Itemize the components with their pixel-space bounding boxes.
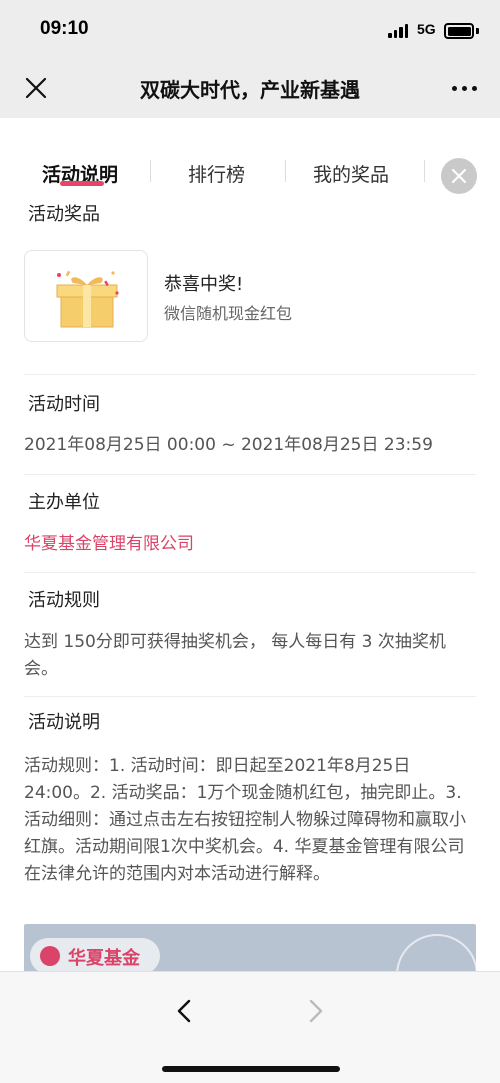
- section-title-prize: 活动奖品: [24, 200, 106, 233]
- panel-close-button[interactable]: [441, 158, 477, 194]
- section-title-time: 活动时间: [24, 390, 106, 423]
- back-arrow-icon[interactable]: [168, 994, 202, 1028]
- active-tab-indicator: [60, 181, 104, 186]
- battery-icon: [444, 23, 474, 39]
- section-title-description: 活动说明: [24, 708, 106, 741]
- divider: [24, 474, 476, 475]
- activity-time-value: 2021年08月25日 00:00 ~ 2021年08月25日 23:59: [24, 435, 433, 455]
- tab-separator: [424, 160, 425, 182]
- home-indicator[interactable]: [162, 1066, 340, 1072]
- prize-title: 恭喜中奖!: [164, 274, 244, 295]
- tab-leaderboard[interactable]: 排行榜: [188, 160, 245, 187]
- status-time: 09:10: [40, 18, 89, 39]
- network-label: 5G: [417, 21, 436, 37]
- tab-my-prizes[interactable]: 我的奖品: [313, 160, 389, 187]
- section-title-rules: 活动规则: [24, 586, 106, 619]
- prize-description: 微信随机现金红包: [164, 304, 293, 323]
- tab-separator: [150, 160, 151, 182]
- description-value: 活动规则：1. 活动时间：即日起至2021年8月25日24:00。2. 活动奖品…: [24, 756, 466, 884]
- gift-icon: [56, 270, 119, 328]
- tab-bar: 活动说明 排行榜 我的奖品: [0, 148, 500, 200]
- sponsor-banner: 华夏基金: [24, 924, 476, 971]
- tab-separator: [285, 160, 286, 182]
- nav-bar: 双碳大时代，产业新基遇: [0, 58, 500, 118]
- forward-arrow-icon[interactable]: [298, 994, 332, 1028]
- main-content: 活动说明 排行榜 我的奖品 活动奖品 恭喜中奖! 微信随机现金红包 活动时间 2…: [0, 118, 500, 971]
- divider: [24, 572, 476, 573]
- divider: [24, 374, 476, 375]
- rules-value: 达到 150分即可获得抽奖机会， 每人每日有 3 次抽奖机会。: [24, 632, 446, 679]
- more-icon[interactable]: [452, 86, 478, 92]
- signal-icon: [388, 24, 410, 38]
- seal-icon: [396, 934, 476, 971]
- battery-cap: [476, 28, 479, 34]
- status-bar: 09:10 5G: [0, 0, 500, 58]
- bottom-toolbar: [0, 971, 500, 1083]
- logo-mark-icon: [40, 946, 60, 966]
- page-title: 双碳大时代，产业新基遇: [140, 78, 360, 102]
- sponsor-logo: 华夏基金: [30, 938, 160, 971]
- sponsor-logo-text: 华夏基金: [68, 948, 140, 969]
- divider: [24, 696, 476, 697]
- prize-card: [24, 250, 148, 342]
- close-icon: [451, 168, 467, 184]
- section-title-organizer: 主办单位: [24, 488, 106, 521]
- organizer-value: 华夏基金管理有限公司: [24, 534, 194, 554]
